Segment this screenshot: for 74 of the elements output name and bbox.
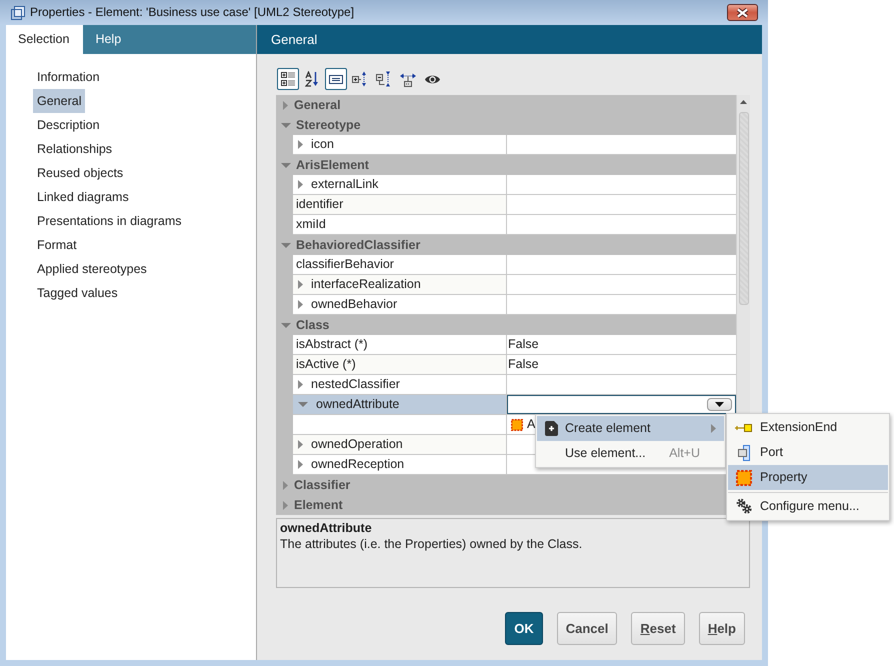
categorized-view-button[interactable] (277, 68, 299, 90)
nav-item[interactable]: Information (33, 65, 104, 89)
property-name: isActive (*) (296, 357, 356, 372)
submenu-arrow-icon (711, 424, 716, 433)
tab[interactable]: Help (83, 25, 136, 54)
property-icon (736, 470, 752, 486)
dialog-button[interactable]: Cancel (556, 612, 618, 645)
caret-icon (715, 402, 724, 407)
scrollbar-thumb[interactable] (738, 112, 748, 305)
menu-item[interactable]: ExtensionEnd (728, 415, 888, 440)
nav-item[interactable]: Applied stereotypes (33, 257, 151, 281)
property-value: False (507, 357, 539, 372)
expand-all-icon (352, 71, 368, 87)
nav-item[interactable]: Presentations in diagrams (33, 209, 186, 233)
property-name: identifier (296, 197, 344, 212)
description-text: The attributes (i.e. the Properties) owned by the Class. (280, 537, 582, 552)
menu-item[interactable]: Use element... Alt+U (537, 441, 724, 466)
description-toggle-button[interactable] (325, 68, 347, 90)
property-name: isAbstract (*) (296, 337, 368, 352)
nav-item[interactable]: Reused objects (33, 161, 128, 185)
property-value: A (526, 417, 536, 432)
tab[interactable]: Selection (6, 25, 84, 54)
close-button[interactable] (727, 4, 758, 21)
eye-icon (424, 74, 440, 84)
nav-item[interactable]: General (33, 89, 86, 113)
menu-item[interactable]: Property (728, 465, 888, 490)
close-icon (736, 8, 749, 18)
shortcut-text: Alt+U (669, 446, 700, 461)
nav-item[interactable]: Tagged values (33, 281, 122, 305)
property-name: nestedClassifier (311, 377, 400, 392)
category-label[interactable]: Classifier (294, 478, 350, 492)
menu-item[interactable]: Port (728, 440, 888, 465)
property-name: externalLink (311, 177, 378, 192)
dropdown-button[interactable] (707, 398, 732, 411)
property-name: icon (311, 137, 334, 152)
panel-title: General (271, 32, 318, 48)
double-arrow-icon (400, 72, 416, 86)
category-label[interactable]: ArisElement (296, 158, 369, 172)
window-icon (11, 6, 25, 20)
nav-item[interactable]: Description (33, 113, 104, 137)
sort-icon (305, 71, 319, 87)
property-icon (511, 418, 523, 430)
categorized-view-icon (280, 71, 296, 87)
dialog-button[interactable]: OK (505, 612, 543, 645)
property-name: ownedReception (311, 457, 404, 472)
dialog-button[interactable]: Help (698, 612, 745, 645)
add-document-icon (544, 421, 558, 436)
dialog-button[interactable]: Reset (631, 612, 685, 645)
port-icon (737, 444, 751, 460)
category-label[interactable]: Element (294, 498, 343, 512)
menu-item[interactable]: Create element (537, 416, 724, 441)
window-title: Properties - Element: 'Business use case' [UML2 Stereotype] (30, 5, 354, 20)
value-dropdown-field[interactable] (507, 395, 736, 414)
property-name: ownedBehavior (311, 297, 398, 312)
property-value: False (507, 337, 539, 352)
description-title: ownedAttribute (280, 521, 372, 536)
menu-item[interactable]: Configure menu... (728, 492, 888, 519)
nav-item[interactable]: Format (33, 233, 81, 257)
property-name: classifierBehavior (296, 257, 394, 272)
nav-item[interactable]: Relationships (33, 137, 116, 161)
property-name: ownedAttribute (316, 397, 400, 412)
gears-icon (736, 498, 752, 514)
line-square-icon (735, 422, 753, 432)
scroll-up-arrow-icon (740, 100, 747, 104)
collapse-all-icon (376, 71, 392, 87)
category-label[interactable]: Class (296, 318, 330, 332)
category-label[interactable]: General (294, 98, 341, 112)
property-name: interfaceRealization (311, 277, 421, 292)
property-name: xmiId (296, 217, 326, 232)
category-label[interactable]: Stereotype (296, 118, 361, 132)
property-name: ownedOperation (311, 437, 403, 452)
category-label[interactable]: BehavioredClassifier (296, 238, 420, 252)
nav-item[interactable]: Linked diagrams (33, 185, 133, 209)
text-box-icon (329, 74, 343, 84)
